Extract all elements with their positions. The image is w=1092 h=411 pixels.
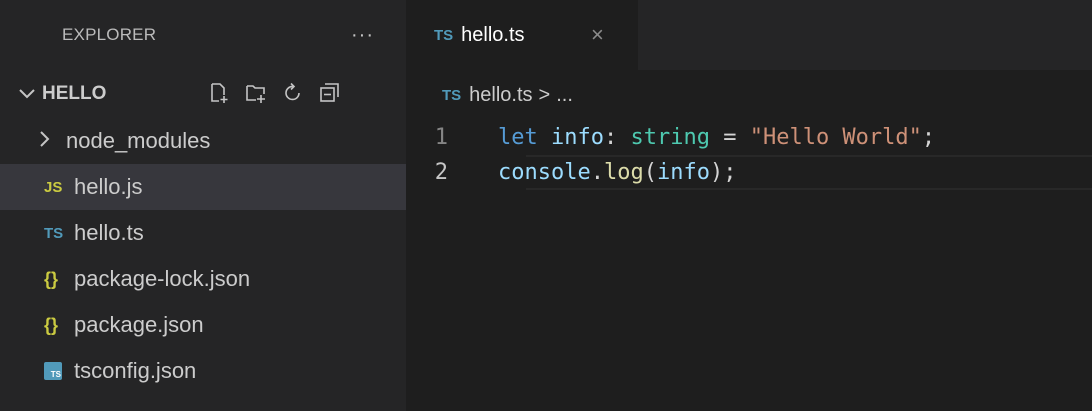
tree-item-label: package.json [74, 312, 204, 337]
tree-item-node-modules[interactable]: node_modules [0, 118, 406, 164]
code-token: info [551, 125, 604, 150]
json-file-icon: {} [44, 314, 59, 335]
folder-actions [208, 82, 341, 104]
editor-area: TS hello.ts × TS hello.ts > ... 1 let inf… [406, 0, 1092, 411]
tree-item-label: hello.ts [74, 220, 144, 245]
tree-item-label: node_modules [66, 128, 211, 153]
line-number: 2 [434, 160, 448, 185]
breadcrumb-separator: > [538, 83, 551, 106]
ts-file-icon: TS [44, 224, 64, 242]
ts-file-icon: TS [434, 26, 454, 44]
code-content: let info: string = "Hello World"; [498, 125, 935, 150]
tree-item-label: tsconfig.json [74, 358, 197, 383]
current-line-highlight [526, 155, 1092, 190]
tree-item-label: package-lock.json [74, 266, 251, 291]
tree-item-hello-ts[interactable]: TS hello.ts [0, 210, 406, 256]
refresh-icon[interactable] [282, 82, 304, 104]
chevron-right-icon[interactable] [40, 130, 56, 153]
tsconfig-file-icon: TS [44, 362, 62, 380]
breadcrumb-file[interactable]: hello.ts [469, 84, 532, 107]
explorer-header: EXPLORER ··· [0, 0, 406, 70]
new-folder-icon[interactable] [245, 82, 267, 104]
code-token: string [630, 125, 710, 150]
code-token: let [498, 125, 538, 150]
tree-item-label: hello.js [74, 174, 143, 199]
folder-header-hello[interactable]: HELLO [0, 70, 406, 118]
tab-hello-ts[interactable]: TS hello.ts × [406, 0, 638, 70]
code-editor[interactable]: 1 let info: string = "Hello World"; 2 conso… [406, 120, 1092, 190]
code-token: = [709, 125, 750, 150]
breadcrumb: TS hello.ts > ... [406, 70, 1092, 120]
more-actions-icon[interactable]: ··· [351, 24, 374, 47]
explorer-title: EXPLORER [62, 25, 157, 44]
breadcrumb-symbols[interactable]: ... [556, 84, 573, 107]
code-line[interactable]: 1 let info: string = "Hello World"; [406, 120, 1092, 155]
file-tree: node_modules JS hello.js TS hello.ts {} … [0, 118, 406, 394]
collapse-all-icon[interactable] [319, 82, 341, 104]
code-token: ; [921, 125, 936, 150]
explorer-sidebar: EXPLORER ··· HELLO node_modules JS hello… [0, 0, 406, 411]
chevron-down-icon[interactable] [12, 89, 42, 99]
code-token: "Hello World" [749, 125, 922, 150]
close-icon[interactable]: × [591, 22, 604, 48]
new-file-icon[interactable] [208, 82, 230, 104]
folder-name: HELLO [42, 83, 107, 104]
tree-item-package-lock-json[interactable]: {} package-lock.json [0, 256, 406, 302]
tab-bar: TS hello.ts × [406, 0, 1092, 70]
tree-item-tsconfig-json[interactable]: TS tsconfig.json [0, 348, 406, 394]
tab-label: hello.ts [461, 23, 525, 46]
tree-item-hello-js[interactable]: JS hello.js [0, 164, 406, 210]
code-token: : [603, 125, 631, 150]
js-file-icon: JS [44, 178, 63, 196]
tree-item-package-json[interactable]: {} package.json [0, 302, 406, 348]
ts-file-icon: TS [442, 86, 462, 104]
json-file-icon: {} [44, 268, 59, 289]
line-number: 1 [434, 125, 448, 150]
